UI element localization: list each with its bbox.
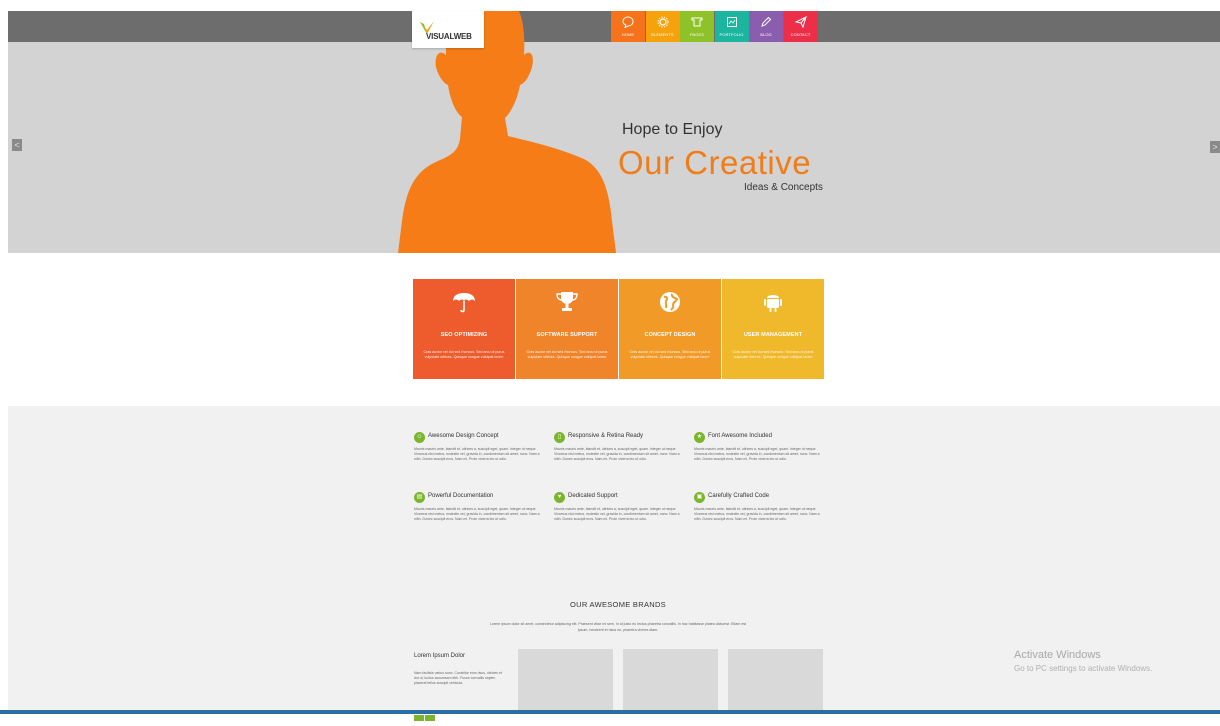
slider-next-button[interactable]: >: [1210, 141, 1220, 153]
service-text: Cras auctor vel dui sed rhoncus. Sed arc…: [423, 350, 505, 359]
umbrella-icon: [453, 293, 475, 313]
brands-side-text: Nam facilisis varius nunc. Curabitur ero…: [414, 671, 502, 685]
brands-title: OUR AWESOME BRANDS: [570, 600, 666, 609]
user-icon: ☺: [414, 432, 425, 443]
picture-icon: [726, 17, 737, 27]
hat-icon: [691, 17, 703, 27]
feature-title: Awesome Design Concept: [428, 433, 499, 439]
hero-headline: Our Creative: [618, 144, 812, 181]
nav-item-portfolio[interactable]: PORTFOLIO: [714, 11, 749, 42]
feature-text: Mauris mauris ante, blandit et, ultrices…: [694, 447, 820, 461]
site-logo[interactable]: VISUALWEB: [412, 11, 484, 48]
service-title: USER MANAGEMENT: [743, 332, 803, 338]
trophy-icon: ★: [694, 432, 705, 443]
service-box[interactable]: CONCEPT DESIGN Cras auctor vel dui sed rh…: [619, 279, 721, 379]
nav-item-label: PAGES: [690, 32, 704, 37]
chat-bubble-icon: [622, 16, 634, 28]
service-title: SEO OPTIMIZING: [440, 332, 488, 338]
android-icon: [764, 295, 782, 312]
tablet-icon: ▯: [554, 432, 565, 443]
service-box[interactable]: SEO OPTIMIZING Cras auctor vel dui sed rh…: [413, 279, 515, 379]
folder-icon: ▤: [414, 492, 425, 503]
gear-icon: [657, 16, 668, 28]
feature-text: Mauris mauris ante, blandit et, ultrices…: [414, 507, 540, 521]
pencil-icon: [761, 16, 772, 27]
paper-plane-icon: [794, 16, 807, 28]
feature-title: Powerful Documentation: [428, 493, 494, 499]
brand-tile[interactable]: [518, 649, 613, 714]
service-box[interactable]: SOFTWARE SUPPORT Cras auctor vel dui sed …: [516, 279, 618, 379]
brands-side-title: Lorem Ipsum Dolor: [414, 653, 466, 659]
feature-title: Dedicated Support: [568, 493, 618, 499]
feature-title: Font Awesome Included: [708, 433, 772, 439]
brands-subtitle: Lorem ipsum dolor sit amet, consectetur …: [489, 622, 747, 632]
nav-item-blog[interactable]: BLOG: [749, 11, 783, 42]
feature-text: Mauris mauris ante, blandit et, ultrices…: [694, 507, 820, 521]
feature-title: Carefully Crafted Code: [708, 493, 770, 499]
heart-icon: ♥: [554, 492, 565, 503]
nav-item-contact[interactable]: CONTACT: [783, 11, 818, 42]
nav-item-label: BLOG: [760, 32, 772, 37]
logo-text: VISUALWEB: [426, 32, 472, 41]
brand-next-button[interactable]: [425, 715, 435, 721]
slider-prev-button[interactable]: <: [12, 139, 22, 151]
service-text: Cras auctor vel dui sed rhoncus. Sed arc…: [732, 350, 814, 359]
service-text: Cras auctor vel dui sed rhoncus. Sed arc…: [629, 350, 711, 359]
taskbar: [0, 710, 1220, 714]
hero-line-1: Hope to Enjoy: [622, 121, 723, 138]
feature-text: Mauris mauris ante, blandit et, ultrices…: [414, 447, 540, 461]
nav-item-home[interactable]: HOME: [611, 11, 645, 42]
service-box[interactable]: USER MANAGEMENT Cras auctor vel dui sed r…: [722, 279, 824, 379]
feature-text: Mauris mauris ante, blandit et, ultrices…: [554, 447, 680, 461]
brand-tile[interactable]: [728, 649, 823, 714]
nav-item-label: CONTACT: [790, 32, 811, 37]
trophy-icon: [556, 292, 578, 311]
nav-item-pages[interactable]: PAGES: [680, 11, 714, 42]
nav-item-elements[interactable]: ELEMENTS: [645, 11, 680, 42]
feature-text: Mauris mauris ante, blandit et, ultrices…: [554, 507, 680, 521]
globe-icon: [660, 292, 680, 312]
service-text: Cras auctor vel dui sed rhoncus. Sed arc…: [526, 350, 608, 359]
nav-item-label: ELEMENTS: [651, 32, 674, 37]
hero-line-3: Ideas & Concepts: [744, 182, 823, 193]
lock-icon: ▣: [694, 492, 705, 503]
activation-watermark-title: Activate Windows: [1014, 649, 1101, 661]
activation-watermark-text: Go to PC settings to activate Windows.: [1014, 664, 1153, 673]
nav-item-label: PORTFOLIO: [719, 32, 744, 37]
feature-title: Responsive & Retina Ready: [568, 433, 644, 439]
service-title: CONCEPT DESIGN: [644, 332, 696, 338]
service-title: SOFTWARE SUPPORT: [536, 332, 598, 338]
brand-tile[interactable]: [623, 649, 718, 714]
brand-prev-button[interactable]: [414, 715, 424, 721]
nav-item-label: HOME: [621, 32, 635, 37]
